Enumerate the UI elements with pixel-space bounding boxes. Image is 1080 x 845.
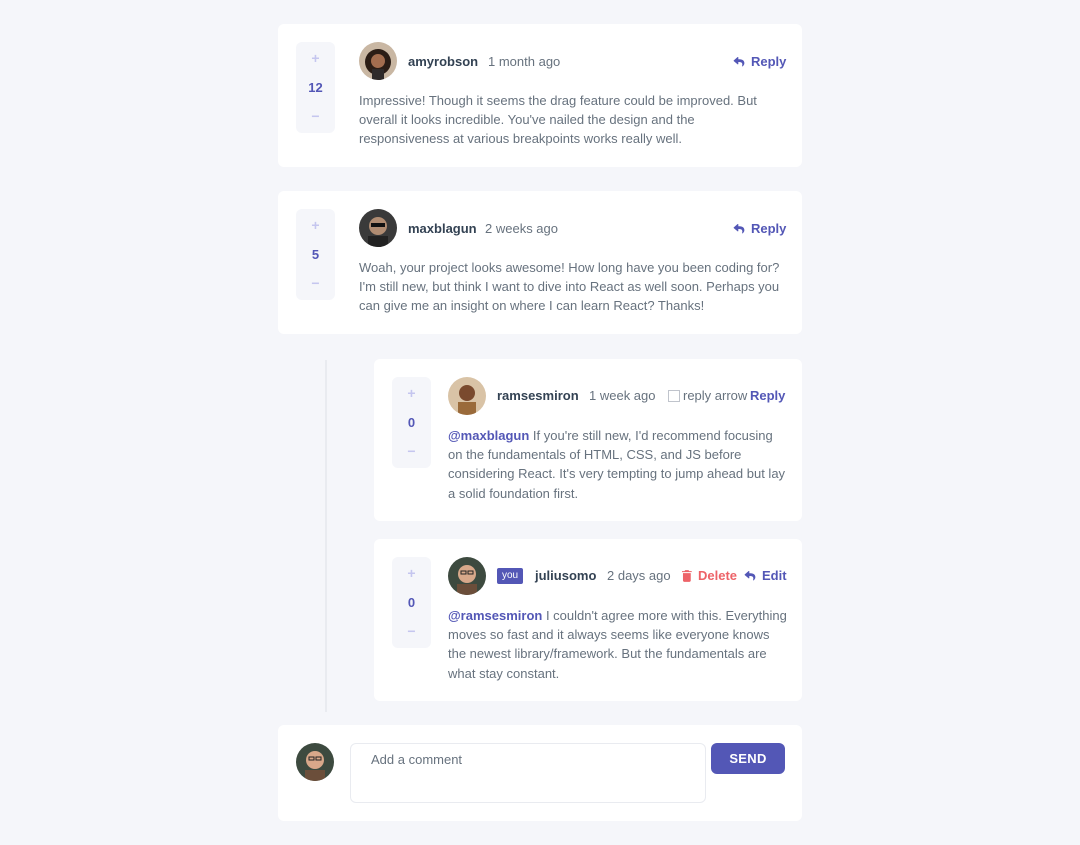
downvote-icon[interactable]: − [306,276,326,290]
comment-card: + 5 − maxblagun 2 weeks ago Reply Woah, … [278,191,802,334]
vote-score: 12 [308,79,323,95]
vote-control: + 0 − [392,557,431,648]
reply-card: + 0 − ramsesmiron 1 week ago reply arrow… [374,359,802,521]
username[interactable]: maxblagun [408,221,477,236]
username[interactable]: ramsesmiron [497,388,579,403]
timestamp: 1 month ago [488,54,561,69]
vote-score: 0 [407,414,416,430]
downvote-icon[interactable]: − [306,109,326,123]
reply-button[interactable]: Reply [733,221,786,236]
timestamp: 2 weeks ago [485,221,558,236]
reply-label: Reply [751,54,787,69]
reply-text: @maxblagun If you're still new, I'd reco… [448,428,786,501]
upvote-icon[interactable]: + [402,386,422,400]
avatar [359,42,397,80]
comment-text: Impressive! Though it seems the drag fea… [359,93,757,147]
send-button[interactable]: SEND [711,743,785,774]
reply-arrow-broken-image: reply arrow [668,388,747,403]
reply-label: Reply [750,388,786,403]
mention-link[interactable]: @maxblagun [448,428,529,443]
avatar [448,557,486,595]
avatar [448,377,486,415]
trash-icon [682,569,692,582]
username[interactable]: amyrobson [408,54,478,69]
vote-score: 5 [311,246,320,262]
downvote-icon[interactable]: − [402,624,422,638]
edit-icon [744,570,756,581]
vote-control: + 5 − [296,209,335,300]
comment-input[interactable] [350,743,706,803]
comment-text: Woah, your project looks awesome! How lo… [359,260,780,314]
reply-icon [733,223,745,234]
delete-label: Delete [698,568,738,583]
reply-label: Reply [751,221,787,236]
upvote-icon[interactable]: + [402,566,422,580]
edit-button[interactable]: Edit [744,568,787,583]
thread-line [325,360,327,712]
reply-icon [733,56,745,67]
reply-button[interactable]: Reply [750,388,785,403]
timestamp: 1 week ago [589,388,656,403]
edit-label: Edit [762,568,787,583]
vote-control: + 0 − [392,377,431,468]
vote-score: 0 [407,594,416,610]
comment-card: + 12 − amyrobson 1 month ago Reply Impre… [278,24,802,167]
reply-button[interactable]: Reply [733,54,786,69]
timestamp: 2 days ago [607,568,671,583]
avatar [359,209,397,247]
mention-link[interactable]: @ramsesmiron [448,608,542,623]
you-badge: you [497,568,524,584]
username[interactable]: juliusomo [535,568,596,583]
reply-text: @ramsesmiron I couldn't agree more with … [448,608,787,681]
vote-control: + 12 − [296,42,335,133]
upvote-icon[interactable]: + [306,51,326,65]
current-user-avatar [296,743,334,781]
upvote-icon[interactable]: + [306,218,326,232]
reply-card: + 0 − you juliusomo 2 days ago Delete Ed… [374,539,802,701]
downvote-icon[interactable]: − [402,444,422,458]
delete-button[interactable]: Delete [682,568,737,583]
